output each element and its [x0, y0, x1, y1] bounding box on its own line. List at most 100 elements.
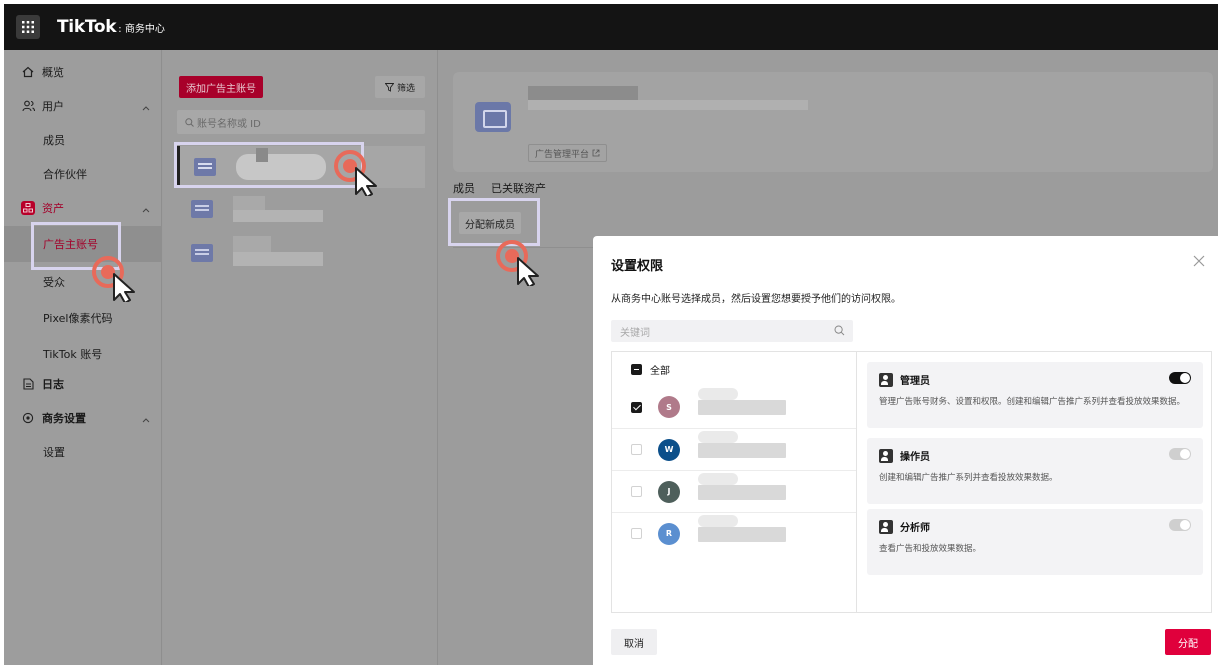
account-icon [194, 158, 216, 176]
sidebar-item-label: 用户 [42, 100, 64, 113]
set-permissions-modal: 设置权限 从商务中心账号选择成员，然后设置您想要授予他们的访问权限。 关键词 全… [593, 236, 1218, 665]
users-icon [21, 99, 35, 113]
search-placeholder: 账号名称或 ID [197, 118, 261, 130]
role-description: 查看广告和投放效果数据。 [879, 544, 982, 554]
tab-members[interactable]: 成员 [453, 180, 475, 196]
document-icon [21, 377, 35, 391]
brand-logo[interactable]: TikTok [57, 17, 117, 37]
account-name-fragment [256, 148, 268, 162]
member-name [698, 473, 738, 485]
role-description: 创建和编辑广告推广系列并查看投放效果数据。 [879, 473, 1058, 483]
account-row[interactable] [177, 146, 425, 188]
chevron-up-icon [142, 203, 150, 216]
modal-title: 设置权限 [611, 259, 664, 274]
member-name [698, 388, 738, 400]
sidebar-item-settings[interactable]: 设置 [4, 434, 162, 470]
member-row[interactable]: R [612, 512, 856, 554]
role-card-admin[interactable]: 管理员 管理广告账号财务、设置和权限。创建和编辑广告推广系列并查看投放效果数据。 [867, 362, 1203, 428]
members-list: 全部 S W J R [611, 351, 856, 613]
filter-icon [384, 82, 394, 92]
chevron-up-icon [142, 413, 150, 426]
member-name [698, 431, 738, 443]
sidebar-item-label: TikTok 账号 [43, 348, 103, 361]
member-checkbox[interactable] [631, 528, 642, 539]
click-cursor-icon [496, 240, 539, 286]
roles-list: 管理员 管理广告账号财务、设置和权限。创建和编辑广告推广系列并查看投放效果数据。… [856, 351, 1212, 613]
sidebar-item-pixel[interactable]: Pixel像素代码 [4, 300, 162, 336]
sidebar-item-users[interactable]: 用户 [4, 88, 162, 124]
sidebar-item-label: 概览 [42, 66, 64, 79]
member-name [698, 515, 738, 527]
member-checkbox[interactable] [631, 444, 642, 455]
ads-manager-link-label: 广告管理平台 [535, 149, 590, 160]
role-card-analyst[interactable]: 分析师 查看广告和投放效果数据。 [867, 509, 1203, 575]
account-subtitle [528, 100, 808, 110]
gear-icon [21, 411, 35, 425]
assign-button[interactable]: 分配 [1165, 629, 1211, 655]
select-all-row[interactable]: 全部 [612, 352, 856, 386]
avatar: R [658, 522, 680, 545]
avatar: J [658, 480, 680, 503]
member-email [698, 527, 786, 542]
account-name [233, 196, 265, 210]
operator-role-icon [879, 448, 893, 463]
assets-icon [21, 201, 35, 215]
sidebar-item-label: 资产 [42, 202, 64, 215]
sidebar-item-logs[interactable]: 日志 [4, 366, 162, 402]
account-id [233, 252, 323, 266]
top-bar: TikTok : 商务中心 [4, 4, 1218, 50]
accounts-panel: 添加广告主账号 筛选 账号名称或 ID [163, 50, 438, 665]
sidebar-item-assets[interactable]: 资产 [4, 190, 162, 226]
ads-manager-link[interactable]: 广告管理平台 [528, 144, 608, 162]
member-checkbox[interactable] [631, 486, 642, 497]
account-icon [191, 200, 213, 218]
analyst-role-icon [879, 519, 893, 534]
role-card-operator[interactable]: 操作员 创建和编辑广告推广系列并查看投放效果数据。 [867, 438, 1203, 504]
click-cursor-icon [334, 150, 377, 196]
external-link-icon [592, 149, 600, 157]
sidebar-item-label: 日志 [42, 378, 64, 391]
filter-button[interactable]: 筛选 [375, 76, 425, 98]
account-row[interactable] [177, 188, 425, 230]
role-name: 管理员 [900, 376, 930, 387]
member-row[interactable]: W [612, 428, 856, 470]
search-placeholder: 关键词 [620, 327, 650, 339]
account-search-input[interactable]: 账号名称或 ID [177, 110, 425, 134]
sidebar-item-business-settings[interactable]: 商务设置 [4, 400, 162, 436]
avatar: W [658, 438, 680, 461]
add-advertiser-account-button[interactable]: 添加广告主账号 [179, 76, 263, 98]
tab-linked-assets[interactable]: 已关联资产 [491, 180, 546, 196]
select-all-label: 全部 [650, 365, 670, 377]
close-icon[interactable] [1192, 254, 1206, 268]
role-toggle[interactable] [1169, 448, 1191, 460]
sidebar-item-label: 成员 [43, 134, 65, 147]
sidebar-item-label: 合作伙伴 [43, 168, 87, 181]
member-row[interactable]: S [612, 386, 856, 428]
app-grid-icon[interactable] [16, 15, 40, 39]
role-name: 操作员 [900, 452, 930, 463]
select-all-checkbox[interactable] [631, 363, 642, 375]
filter-label: 筛选 [396, 83, 415, 94]
sidebar-item-label: 设置 [43, 446, 65, 459]
sidebar-item-partners[interactable]: 合作伙伴 [4, 156, 162, 192]
sidebar-item-overview[interactable]: 概览 [4, 54, 162, 90]
cancel-button[interactable]: 取消 [611, 629, 657, 655]
click-cursor-icon [92, 256, 135, 302]
member-search-input[interactable]: 关键词 [611, 320, 853, 342]
account-row[interactable] [177, 232, 425, 274]
account-id [233, 210, 323, 222]
chevron-up-icon [142, 101, 150, 114]
member-checkbox[interactable] [631, 401, 642, 413]
sidebar: 概览 用户 成员 合作伙伴 资产 广告主账号 受众 Pixel像素代码 TikT… [4, 50, 162, 665]
account-icon [191, 244, 213, 262]
sidebar-item-label: 广告主账号 [43, 238, 98, 251]
sidebar-item-members[interactable]: 成员 [4, 122, 162, 158]
role-toggle[interactable] [1169, 519, 1191, 531]
assign-new-member-button[interactable]: 分配新成员 [459, 212, 521, 234]
sidebar-item-label: 受众 [43, 276, 65, 289]
role-toggle[interactable] [1169, 372, 1191, 384]
member-row[interactable]: J [612, 470, 856, 512]
sidebar-item-label: 商务设置 [42, 412, 86, 425]
account-title [528, 86, 638, 100]
avatar: S [658, 396, 680, 418]
